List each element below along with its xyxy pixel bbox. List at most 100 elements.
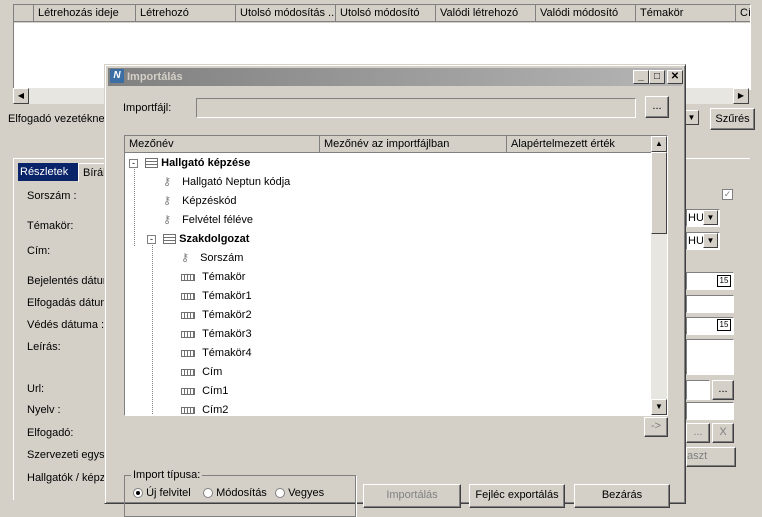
approver-browse-button[interactable]: ... [686, 423, 710, 443]
app-icon: N [110, 69, 124, 83]
grid-header-created-at[interactable]: Létrehozás ideje [34, 5, 136, 22]
grid-header-topic[interactable]: Témakör [636, 5, 736, 22]
grid-header-last-modified-at[interactable]: Utolsó módosítás ... [236, 5, 336, 22]
label-report-date: Bejelentés dátur [27, 275, 107, 287]
grid-header-real-creator[interactable]: Valódi létrehozó [436, 5, 536, 22]
import-file-field[interactable] [196, 98, 636, 118]
radio-label: Módosítás [216, 487, 267, 499]
approver-clear-button[interactable]: X [712, 423, 734, 443]
label-defense-date: Védés dátuma : [27, 319, 105, 331]
radio-icon [203, 488, 213, 499]
dialog-titlebar[interactable]: N Importálás _ □ ✕ [108, 68, 683, 86]
radio-label: Új felvitel [146, 487, 191, 499]
header-export-button[interactable]: Fejléc exportálás [469, 484, 565, 508]
tree-item-label: Képzéskód [182, 195, 237, 207]
label-url: Url: [27, 383, 45, 395]
grid-header-real-modifier[interactable]: Valódi módosító [536, 5, 636, 22]
table-icon [163, 234, 177, 245]
tree-item-label: Hallgató képzése [161, 157, 251, 169]
tree-item[interactable]: - Szakdolgozat [147, 230, 249, 249]
minimize-icon[interactable]: _ [633, 70, 649, 84]
tree-item[interactable]: Témakör1 [181, 287, 252, 306]
dialog-title: Importálás [127, 71, 183, 83]
tree-item[interactable]: Témakör4 [181, 344, 252, 363]
tree-item[interactable]: Témakör2 [181, 306, 252, 325]
approver-combo-arrow[interactable]: ▼ [684, 110, 699, 125]
tree-item-label: Cím [202, 366, 223, 378]
field-icon [181, 330, 195, 338]
close-button[interactable]: Bezárás [574, 484, 670, 508]
calendar-icon[interactable]: 15 [717, 319, 731, 331]
field-icon [181, 292, 195, 300]
label-approver: Elfogadó: [27, 427, 74, 439]
radio-label: Vegyes [288, 487, 325, 499]
radio-icon [275, 488, 285, 499]
collapse-icon[interactable]: - [129, 158, 138, 168]
tab-details[interactable]: Részletek [18, 163, 78, 181]
tree-item[interactable]: Témakör3 [181, 325, 252, 344]
scroll-thumb[interactable] [651, 152, 667, 234]
approval-date-field[interactable] [686, 295, 734, 313]
tree-item[interactable]: Témakör [181, 268, 245, 287]
url-field[interactable] [686, 380, 710, 400]
tree-item[interactable]: ⚷ Felvétel féléve [163, 211, 253, 230]
label-org-unit: Szervezeti egyse [27, 449, 111, 461]
approver-surname-label: Elfogadó vezetékne [8, 113, 105, 125]
tree-item-label: Témakör [202, 271, 246, 283]
url-browse-button[interactable]: ... [712, 380, 734, 400]
radio-mixed[interactable]: Vegyes [275, 487, 324, 499]
grid-header-creator[interactable]: Létrehozó [136, 5, 236, 22]
grid-header-0[interactable] [14, 5, 34, 22]
checkbox-icon[interactable]: ✓ [722, 189, 733, 200]
import-dialog: N Importálás _ □ ✕ Importfájl: ... Mezőn… [104, 64, 686, 517]
filter-button[interactable]: Szűrés [710, 108, 755, 130]
tree-item[interactable]: - Hallgató képzése [129, 154, 250, 173]
scroll-up-button[interactable]: ▲ [651, 136, 667, 152]
radio-new[interactable]: Új felvitel [133, 487, 191, 499]
tree-item[interactable]: Cím2 [181, 401, 229, 416]
description-field[interactable] [686, 339, 734, 375]
title-lang-arrow[interactable]: ▼ [703, 233, 718, 248]
radio-icon [133, 488, 143, 499]
tree-item-label: Felvétel féléve [182, 214, 253, 226]
radio-modify[interactable]: Módosítás [203, 487, 267, 499]
tree-header-import-field-name[interactable]: Mezőnév az importfájlban [320, 136, 507, 153]
import-type-label: Import típusa: [131, 469, 203, 481]
import-file-browse-button[interactable]: ... [645, 96, 669, 118]
tree-lines [134, 161, 136, 246]
tree-item[interactable]: Cím [181, 363, 222, 382]
tree-item[interactable]: Cím1 [181, 382, 228, 401]
collapse-icon[interactable]: - [147, 234, 156, 244]
language-field[interactable] [686, 402, 734, 420]
tree-item[interactable]: ⚷ Hallgató Neptun kódja [163, 173, 290, 192]
field-mapping-tree[interactable]: Mezőnév Mezőnév az importfájlban Alapért… [124, 135, 668, 416]
import-button[interactable]: Importálás [363, 484, 461, 508]
tree-item-label: Cím2 [202, 404, 229, 416]
tree-header-field-name[interactable]: Mezőnév [125, 136, 320, 153]
label-description: Leírás: [27, 341, 61, 353]
scroll-left-button[interactable]: ◀ [13, 88, 29, 104]
tree-header-default-value[interactable]: Alapértelmezett érték [507, 136, 652, 153]
maximize-icon[interactable]: □ [649, 70, 665, 84]
key-icon: ⚷ [163, 176, 172, 188]
label-language: Nyelv : [27, 404, 61, 416]
tree-item[interactable]: ⚷ Sorszám [181, 249, 243, 268]
tree-lines [152, 240, 154, 415]
tree-vscrollbar[interactable]: ▲ ▼ [651, 136, 667, 415]
grid-header-last-modifier[interactable]: Utolsó módosító [336, 5, 436, 22]
field-icon [181, 349, 195, 357]
close-icon[interactable]: ✕ [667, 70, 683, 84]
tree-header-row: Mezőnév Mezőnév az importfájlban Alapért… [125, 136, 652, 153]
grid-header-title[interactable]: Cí [736, 5, 750, 22]
tree-item-label: Sorszám [200, 252, 244, 264]
scroll-down-button[interactable]: ▼ [651, 399, 667, 415]
field-icon [181, 406, 195, 414]
label-students: Hallgatók / képz [27, 472, 106, 484]
org-unit-button[interactable]: aszt [686, 447, 736, 467]
scroll-right-button[interactable]: ▶ [733, 88, 749, 104]
topic-lang-arrow[interactable]: ▼ [703, 210, 718, 225]
tree-item[interactable]: ⚷ Képzéskód [163, 192, 237, 211]
map-arrow-button[interactable]: -> [644, 417, 668, 437]
field-icon [181, 368, 195, 376]
calendar-icon[interactable]: 15 [717, 275, 731, 287]
